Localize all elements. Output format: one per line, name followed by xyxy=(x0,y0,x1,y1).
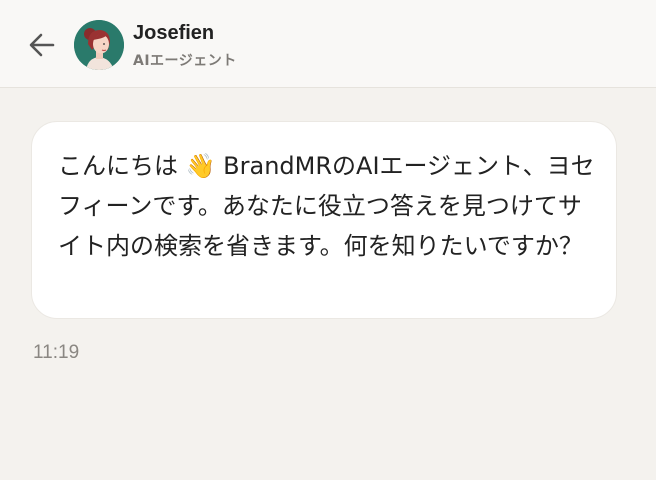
message-text: こんにちは 👋 BrandMRのAIエージェント、ヨセフィーンです。あなたに役立… xyxy=(58,146,596,266)
message-timestamp: 11:19 xyxy=(33,342,80,363)
waving-hand-icon: 👋 xyxy=(185,152,216,180)
message-greeting: こんにちは xyxy=(58,152,178,180)
agent-avatar-illustration xyxy=(74,20,124,70)
agent-name: Josefien xyxy=(133,22,215,44)
arrow-left-icon xyxy=(29,33,55,57)
message-bubble: こんにちは 👋 BrandMRのAIエージェント、ヨセフィーンです。あなたに役立… xyxy=(31,121,617,319)
back-button[interactable] xyxy=(26,30,58,60)
avatar xyxy=(74,20,124,70)
agent-role: AIエージェント xyxy=(133,53,237,69)
chat-header: Josefien AIエージェント xyxy=(0,0,656,88)
